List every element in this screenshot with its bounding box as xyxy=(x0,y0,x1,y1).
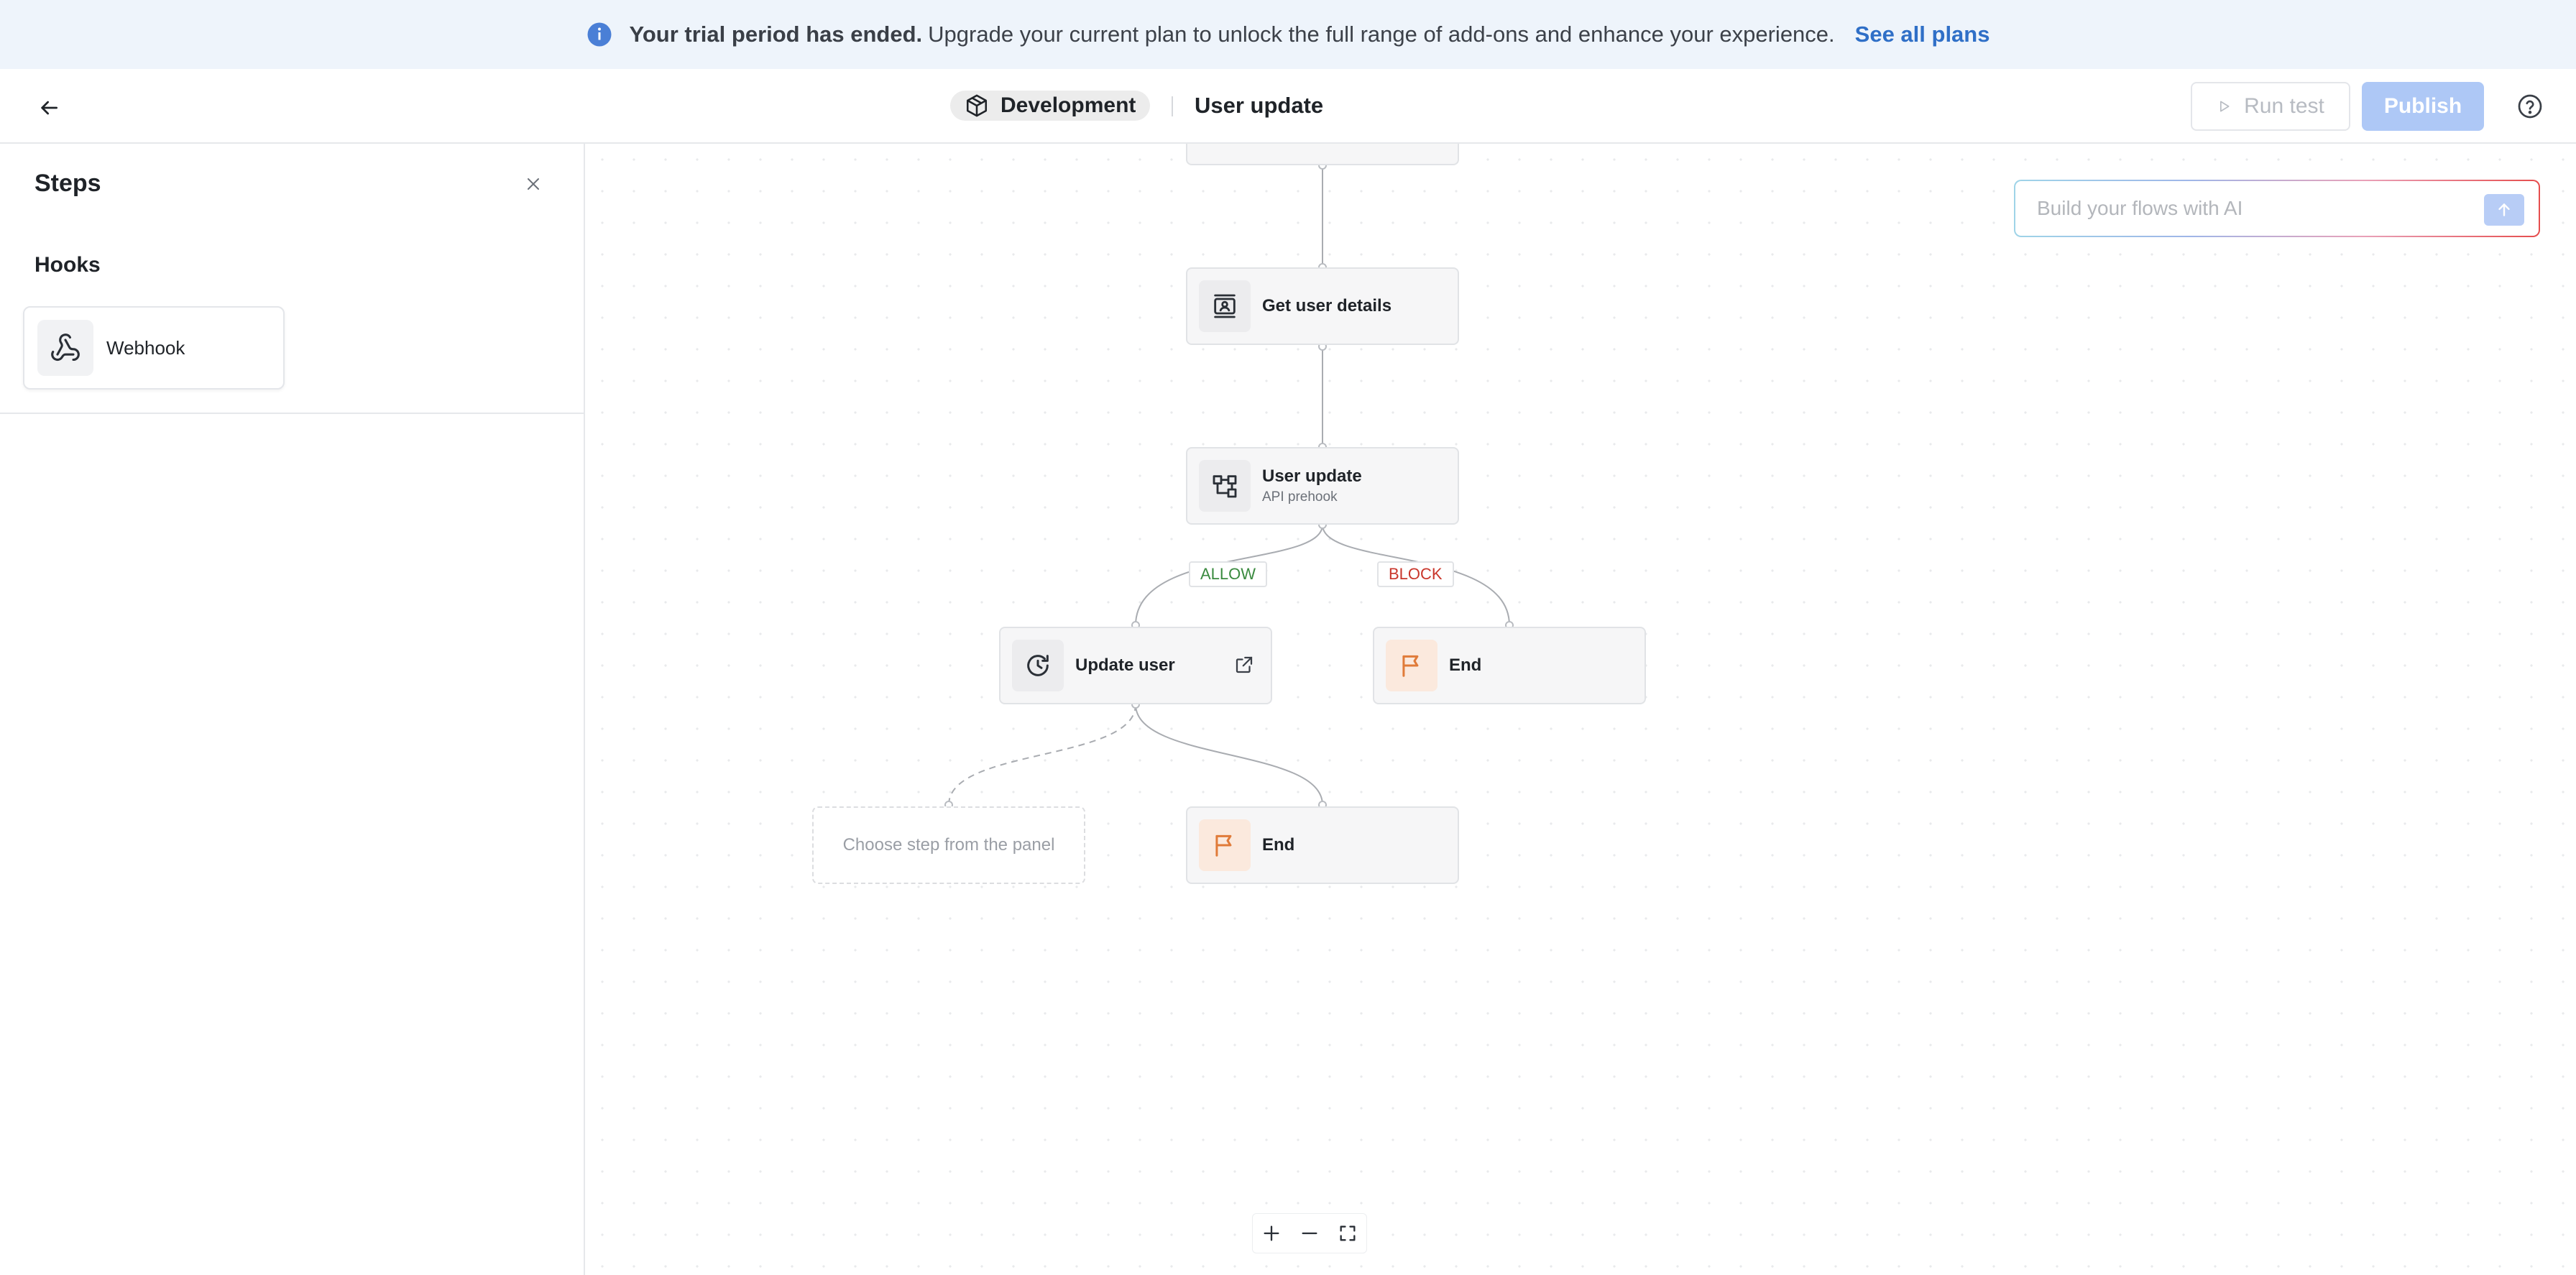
flow-node-update-user[interactable]: Update user xyxy=(999,627,1272,704)
ai-prompt-box xyxy=(2014,180,2540,237)
flow-canvas[interactable]: Get user details User update API prehook… xyxy=(586,144,2576,1275)
close-icon xyxy=(528,178,539,190)
flow-node-get-user-details[interactable]: Get user details xyxy=(1186,267,1459,345)
environment-badge[interactable]: Development xyxy=(950,91,1151,121)
header-divider xyxy=(1172,96,1173,116)
node-title: Update user xyxy=(1075,655,1175,675)
arrow-left-icon xyxy=(41,101,58,115)
fit-view-button[interactable] xyxy=(1333,1219,1362,1248)
flow-node-end-block[interactable]: End xyxy=(1373,627,1646,704)
flag-icon-wrap xyxy=(1386,640,1438,691)
contact-card-icon xyxy=(1214,294,1236,318)
flag-icon xyxy=(1402,655,1419,677)
node-subtitle: API prehook xyxy=(1262,489,1338,505)
back-button[interactable] xyxy=(32,91,66,125)
flow-node-user-update[interactable]: User update API prehook xyxy=(1186,447,1459,525)
plus-icon xyxy=(1264,1225,1279,1241)
refresh-clock-icon xyxy=(1027,655,1049,676)
steps-panel: Steps Hooks Webhook xyxy=(0,144,585,1275)
node-title: End xyxy=(1449,655,1482,675)
panel-divider xyxy=(0,413,584,414)
node-title: Get user details xyxy=(1262,296,1392,316)
zoom-in-button[interactable] xyxy=(1257,1219,1286,1248)
webhook-icon-wrap xyxy=(37,320,93,376)
contact-card-icon-wrap xyxy=(1199,280,1251,332)
workflow-icon xyxy=(1213,475,1237,498)
zoom-controls xyxy=(1252,1213,1367,1253)
flow-node-top-partial[interactable] xyxy=(1186,144,1459,165)
flag-icon xyxy=(1215,834,1232,857)
refresh-clock-icon-wrap xyxy=(1012,640,1064,691)
flow-node-end-allow[interactable]: End xyxy=(1186,806,1459,884)
package-icon xyxy=(966,94,988,117)
run-test-button[interactable]: Run test xyxy=(2191,82,2350,131)
webhook-label: Webhook xyxy=(106,336,185,359)
node-title: End xyxy=(1262,835,1295,855)
help-circle-icon xyxy=(2518,94,2542,119)
play-icon xyxy=(2220,101,2230,112)
minus-icon xyxy=(1302,1232,1317,1235)
flag-icon-wrap xyxy=(1199,819,1251,871)
ai-prompt-input[interactable] xyxy=(2037,197,2468,220)
panel-title: Steps xyxy=(34,170,101,197)
run-test-label: Run test xyxy=(2244,94,2324,118)
see-all-plans-link[interactable]: See all plans xyxy=(1855,22,1990,47)
webhook-step-card[interactable]: Webhook xyxy=(23,306,285,390)
flow-edges xyxy=(944,161,1514,809)
flow-node-placeholder[interactable]: Choose step from the panel xyxy=(812,806,1085,884)
environment-label: Development xyxy=(1000,93,1136,117)
banner-bold-text: Your trial period has ended. xyxy=(629,22,923,47)
arrow-up-icon xyxy=(2498,203,2510,216)
hooks-section-title: Hooks xyxy=(34,253,101,277)
external-link-icon[interactable] xyxy=(1233,654,1255,676)
branch-block-label: BLOCK xyxy=(1377,561,1454,587)
ai-send-button[interactable] xyxy=(2484,194,2524,226)
trial-banner: Your trial period has ended. Upgrade you… xyxy=(0,0,2576,69)
placeholder-text: Choose step from the panel xyxy=(842,835,1055,855)
help-button[interactable] xyxy=(2513,89,2547,124)
header: Development User update Run test Publish xyxy=(0,69,2576,144)
webhook-icon xyxy=(51,333,80,362)
zoom-out-button[interactable] xyxy=(1295,1219,1324,1248)
branch-allow-label: ALLOW xyxy=(1189,561,1268,587)
publish-button[interactable]: Publish xyxy=(2362,82,2484,131)
edge-update-user-to-end xyxy=(1135,704,1323,806)
fullscreen-icon xyxy=(1340,1225,1356,1241)
workflow-icon-wrap xyxy=(1199,460,1251,512)
close-panel-button[interactable] xyxy=(520,171,546,197)
flow-title: User update xyxy=(1195,93,1324,118)
node-title: User update xyxy=(1262,466,1362,486)
info-icon xyxy=(587,22,611,47)
edge-update-user-to-placeholder xyxy=(948,704,1136,806)
banner-text: Upgrade your current plan to unlock the … xyxy=(928,22,1835,47)
